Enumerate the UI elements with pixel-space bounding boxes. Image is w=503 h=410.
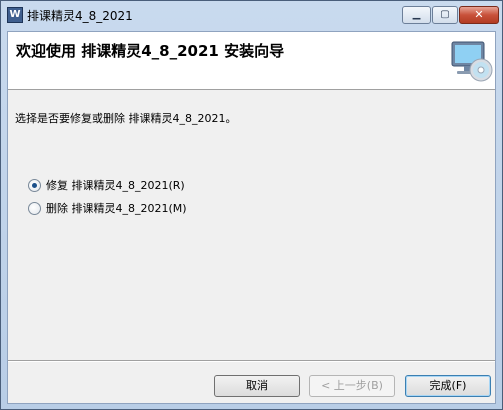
remove-radio[interactable] (28, 201, 41, 215)
repair-option[interactable]: 修复 排课精灵4_8_2021(R) (28, 177, 185, 193)
back-button[interactable]: < 上一步(B) (309, 375, 395, 397)
window-title: 排课精灵4_8_2021 (27, 9, 133, 23)
finish-button[interactable]: 完成(F) (405, 375, 491, 397)
wizard-content: 选择是否要修复或删除 排课精灵4_8_2021。 修复 排课精灵4_8_2021… (8, 90, 495, 360)
repair-radio[interactable] (28, 178, 41, 192)
installer-window: W 排课精灵4_8_2021 ▁ ▢ ✕ 欢迎使用 排课精灵4_8_2021 安… (0, 0, 503, 410)
maximize-button[interactable]: ▢ (432, 6, 458, 24)
repair-option-label[interactable]: 修复 排课精灵4_8_2021(R) (46, 177, 185, 193)
dialog-client: 欢迎使用 排课精灵4_8_2021 安装向导 选择是否要修复或删除 排课精灵4_… (7, 31, 496, 404)
title-bar[interactable]: W 排课精灵4_8_2021 ▁ ▢ ✕ (1, 1, 502, 29)
cancel-button[interactable]: 取消 (214, 375, 300, 397)
banner-title: 欢迎使用 排课精灵4_8_2021 安装向导 (16, 42, 285, 60)
app-icon: W (7, 7, 23, 23)
header-banner: 欢迎使用 排课精灵4_8_2021 安装向导 (8, 32, 495, 90)
minimize-button[interactable]: ▁ (402, 6, 431, 24)
footer-divider (8, 360, 495, 362)
instruction-text: 选择是否要修复或删除 排课精灵4_8_2021。 (15, 112, 237, 125)
remove-option-label[interactable]: 删除 排课精灵4_8_2021(M) (46, 200, 187, 216)
computer-disc-icon (451, 41, 493, 82)
close-button[interactable]: ✕ (459, 6, 499, 24)
remove-option[interactable]: 删除 排课精灵4_8_2021(M) (28, 200, 187, 216)
